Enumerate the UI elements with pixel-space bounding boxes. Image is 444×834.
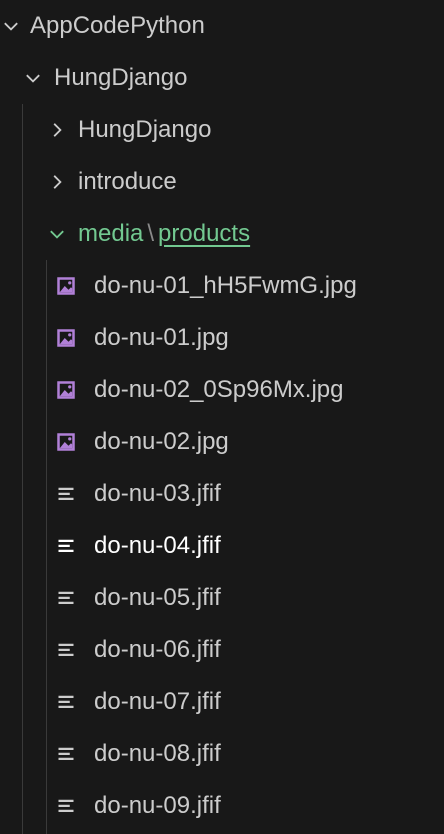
tree-item-label: introduce <box>78 168 177 195</box>
tree-item-project[interactable]: HungDjango <box>0 52 444 104</box>
file-item[interactable]: do-nu-01.jpg <box>0 312 444 364</box>
file-name: do-nu-01_hH5FwmG.jpg <box>94 272 357 299</box>
tree-item-label: media <box>78 220 144 247</box>
file-item[interactable]: do-nu-07.jfif <box>0 676 444 728</box>
file-name: do-nu-07.jfif <box>94 688 221 715</box>
file-item-active[interactable]: do-nu-04.jfif <box>0 520 444 572</box>
chevron-down-icon <box>22 67 44 89</box>
file-item[interactable]: do-nu-06.jfif <box>0 624 444 676</box>
file-name: do-nu-04.jfif <box>94 532 221 559</box>
file-explorer: AppCodePython HungDjango HungDjango intr… <box>0 0 444 834</box>
lines-icon <box>56 640 76 660</box>
tree-item-label: products <box>158 220 251 247</box>
lines-icon <box>56 796 76 816</box>
tree-item-root[interactable]: AppCodePython <box>0 0 444 52</box>
file-name: do-nu-02.jpg <box>94 428 229 455</box>
image-icon <box>56 380 76 400</box>
file-item[interactable]: do-nu-02.jpg <box>0 416 444 468</box>
tree-item-folder-media[interactable]: media \ products <box>0 208 444 260</box>
tree-item-label: AppCodePython <box>30 12 205 39</box>
lines-icon <box>56 588 76 608</box>
tree-item-label: HungDjango <box>78 116 212 143</box>
lines-icon <box>56 692 76 712</box>
path-separator: \ <box>147 220 155 247</box>
file-item[interactable]: do-nu-03.jfif <box>0 468 444 520</box>
image-icon <box>56 432 76 452</box>
image-icon <box>56 328 76 348</box>
tree-item-folder[interactable]: introduce <box>0 156 444 208</box>
image-icon <box>56 276 76 296</box>
tree-item-folder[interactable]: HungDjango <box>0 104 444 156</box>
tree-item-label: HungDjango <box>54 64 188 91</box>
file-name: do-nu-05.jfif <box>94 584 221 611</box>
file-item[interactable]: do-nu-09.jfif <box>0 780 444 832</box>
file-name: do-nu-08.jfif <box>94 740 221 767</box>
file-name: do-nu-01.jpg <box>94 324 229 351</box>
file-item[interactable]: do-nu-05.jfif <box>0 572 444 624</box>
chevron-down-icon <box>46 223 68 245</box>
file-item[interactable]: do-nu-01_hH5FwmG.jpg <box>0 260 444 312</box>
file-name: do-nu-03.jfif <box>94 480 221 507</box>
lines-icon <box>56 536 76 556</box>
file-name: do-nu-06.jfif <box>94 636 221 663</box>
file-item[interactable]: do-nu-08.jfif <box>0 728 444 780</box>
file-name: do-nu-02_0Sp96Mx.jpg <box>94 376 344 403</box>
lines-icon <box>56 744 76 764</box>
file-item[interactable]: do-nu-02_0Sp96Mx.jpg <box>0 364 444 416</box>
chevron-right-icon <box>46 171 68 193</box>
file-name: do-nu-09.jfif <box>94 792 221 819</box>
chevron-down-icon <box>0 15 22 37</box>
lines-icon <box>56 484 76 504</box>
chevron-right-icon <box>46 119 68 141</box>
